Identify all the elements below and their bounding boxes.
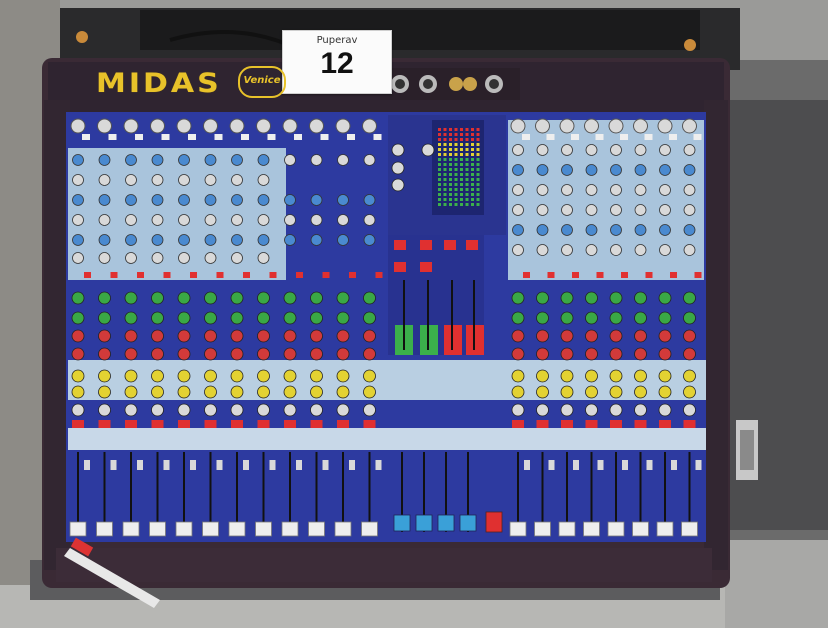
- console-model-badge: Venice: [238, 66, 286, 98]
- lot-number: 12: [320, 47, 354, 80]
- console-brand-logo: MIDAS: [96, 67, 222, 100]
- lot-number-card: Puperav 12: [282, 30, 392, 94]
- lot-card-label: Puperav: [316, 35, 358, 46]
